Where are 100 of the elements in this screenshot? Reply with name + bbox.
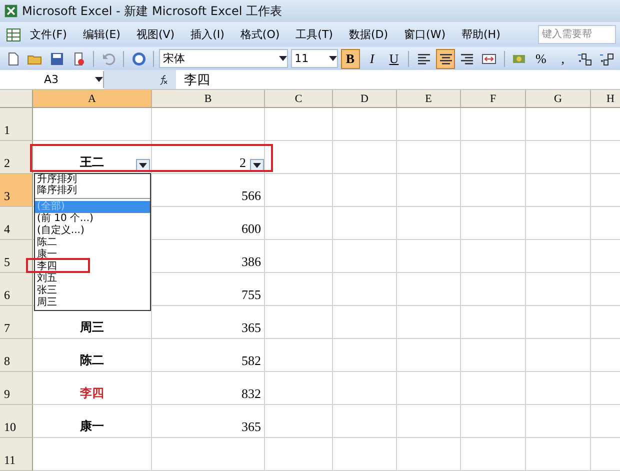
- filter-option[interactable]: 康一: [35, 249, 150, 261]
- column-header[interactable]: A: [33, 90, 152, 108]
- sheet-icon: [4, 26, 22, 42]
- row-header[interactable]: 9: [0, 372, 33, 405]
- undo-icon: [100, 50, 117, 66]
- table-cell: [265, 141, 333, 174]
- table-cell: [265, 207, 333, 240]
- table-cell: [397, 306, 461, 339]
- table-cell: [333, 405, 397, 438]
- menu-item[interactable]: 窗口(W): [396, 25, 454, 44]
- row-header[interactable]: 10: [0, 405, 33, 438]
- row-header[interactable]: 5: [0, 240, 33, 273]
- column-header[interactable]: F: [461, 90, 526, 108]
- table-cell: [526, 372, 591, 405]
- font-select[interactable]: 宋体: [158, 49, 288, 68]
- filter-option[interactable]: 李四: [35, 261, 150, 273]
- caret-icon: [139, 163, 147, 168]
- table-cell: 582: [152, 339, 265, 372]
- row-header[interactable]: 11: [0, 438, 33, 471]
- formula-value: 李四: [183, 72, 210, 88]
- filter-option[interactable]: 张三: [35, 285, 150, 297]
- table-cell: [333, 108, 397, 141]
- column-header[interactable]: E: [397, 90, 461, 108]
- table-cell: [333, 339, 397, 372]
- table-cell: [265, 108, 333, 141]
- row-header[interactable]: 1: [0, 108, 33, 141]
- table-cell: [333, 438, 397, 471]
- filter-option[interactable]: 周三: [35, 297, 150, 309]
- menu-item[interactable]: 文件(F): [22, 25, 75, 44]
- row-header[interactable]: 6: [0, 273, 33, 306]
- table-cell: [461, 339, 526, 372]
- table-cell: [265, 339, 333, 372]
- function-icon: [158, 74, 170, 86]
- font-size-select[interactable]: 11: [290, 49, 338, 68]
- caret-icon: [95, 77, 103, 82]
- row-header[interactable]: 8: [0, 339, 33, 372]
- table-cell: 832: [152, 372, 265, 405]
- table-cell: [397, 207, 461, 240]
- menu-item[interactable]: 格式(O): [232, 25, 288, 44]
- table-cell: [397, 108, 461, 141]
- table-cell: [526, 405, 591, 438]
- menu-item[interactable]: 数据(D): [340, 25, 396, 44]
- menu-item[interactable]: 工具(T): [288, 25, 341, 44]
- menu-item[interactable]: 帮助(H): [454, 25, 508, 44]
- table-cell: [333, 207, 397, 240]
- caret-icon: [278, 56, 287, 61]
- filter-option[interactable]: 陈二: [35, 237, 150, 249]
- menu-item[interactable]: 编辑(E): [74, 25, 128, 44]
- menu-item[interactable]: 视图(V): [128, 25, 183, 44]
- table-cell: 755: [152, 273, 265, 306]
- row-header[interactable]: 7: [0, 306, 33, 339]
- column-header[interactable]: B: [152, 90, 265, 108]
- filter-option[interactable]: (前 10 个...): [35, 213, 150, 225]
- table-cell: [265, 438, 333, 471]
- table-cell: [333, 174, 397, 207]
- table-cell: [333, 372, 397, 405]
- table-cell: [526, 438, 591, 471]
- save-icon: [49, 50, 66, 66]
- table-cell: [461, 207, 526, 240]
- caret-icon: [328, 56, 337, 61]
- table-cell: [461, 141, 526, 174]
- row-header[interactable]: 2: [0, 141, 33, 174]
- table-cell: 365: [152, 405, 265, 438]
- table-cell: [526, 240, 591, 273]
- table-cell: 李四: [33, 372, 152, 405]
- number-format-button[interactable]: ,: [553, 48, 572, 68]
- table-cell: [526, 174, 591, 207]
- bold-button[interactable]: B: [340, 48, 360, 68]
- menu-item[interactable]: 插入(I): [182, 25, 232, 44]
- window-title: Microsoft Excel - 新建 Microsoft Excel 工作表: [22, 2, 282, 20]
- column-header[interactable]: D: [333, 90, 397, 108]
- filter-option[interactable]: (自定义...): [35, 225, 150, 237]
- decrease-decimal-icon: [598, 50, 615, 66]
- align-center-button[interactable]: [436, 48, 456, 68]
- table-cell: [461, 306, 526, 339]
- help-search-field[interactable]: 键入需要帮: [538, 25, 616, 44]
- table-cell: 566: [152, 174, 265, 207]
- table-cell: [397, 141, 461, 174]
- row-header[interactable]: 4: [0, 207, 33, 240]
- sort-option[interactable]: 降序排列: [35, 185, 150, 196]
- table-cell: [333, 240, 397, 273]
- table-cell: 康一: [33, 405, 152, 438]
- row-header[interactable]: 3: [0, 174, 33, 207]
- table-cell: [333, 306, 397, 339]
- column-header[interactable]: G: [526, 90, 591, 108]
- table-cell: [526, 108, 591, 141]
- column-header[interactable]: C: [265, 90, 333, 108]
- underline-button[interactable]: U: [384, 48, 404, 68]
- table-cell: [526, 141, 591, 174]
- table-cell: [265, 306, 333, 339]
- column-header[interactable]: H: [591, 90, 620, 108]
- table-cell: [526, 207, 591, 240]
- filter-option[interactable]: 刘五: [35, 273, 150, 285]
- table-cell: [526, 273, 591, 306]
- table-cell: [461, 174, 526, 207]
- italic-button[interactable]: I: [362, 48, 382, 68]
- table-cell: 陈二: [33, 339, 152, 372]
- number-format-button[interactable]: %: [532, 48, 550, 68]
- table-cell: 600: [152, 207, 265, 240]
- table-cell: [397, 339, 461, 372]
